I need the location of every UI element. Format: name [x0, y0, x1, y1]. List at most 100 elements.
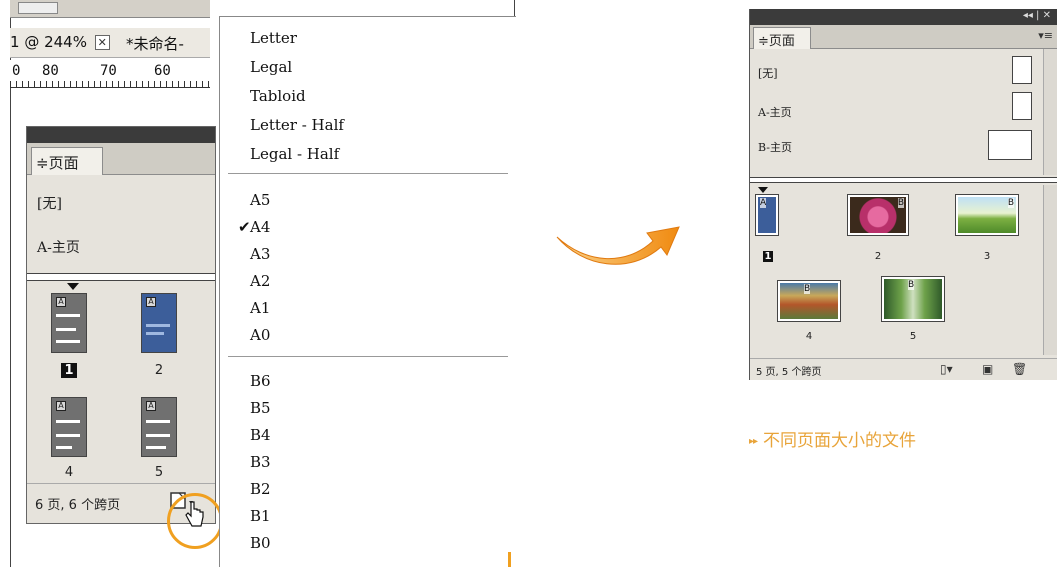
master-tag: A — [146, 401, 156, 411]
page-thumbnail-1[interactable]: A — [755, 194, 779, 236]
page-number-1: 1 — [762, 251, 774, 262]
tab-document-1[interactable]: 1 @ 244% ✕ — [10, 33, 110, 51]
menu-item-b2[interactable]: B2 — [250, 480, 271, 498]
thumb-line — [56, 446, 72, 449]
page-number-2: 2 — [154, 363, 164, 378]
menu-item-b1[interactable]: B1 — [250, 507, 271, 525]
document-tabs: 1 @ 244% ✕ *未命名- — [10, 28, 210, 58]
page-size-icon[interactable]: ▯▾ — [940, 362, 953, 376]
master-tag: B — [908, 280, 915, 290]
menu-item-a5[interactable]: A5 — [250, 191, 270, 209]
thumb-line — [56, 434, 80, 437]
menu-item-letter[interactable]: Letter — [250, 29, 297, 47]
panel-status-text: 5 页, 5 个跨页 — [756, 367, 822, 378]
menu-item-b3[interactable]: B3 — [250, 453, 271, 471]
master-tag: B — [804, 284, 811, 294]
ruler-label: 80 — [42, 63, 59, 79]
left-screenshot: 1 @ 244% ✕ *未命名- 0 80 70 60 ≑页面 [无] A-主页… — [10, 0, 516, 567]
menu-item-b0[interactable]: B0 — [250, 534, 271, 552]
menu-item-a1[interactable]: A1 — [250, 299, 270, 317]
menu-item-a2[interactable]: A2 — [250, 272, 270, 290]
menu-item-b6[interactable]: B6 — [250, 372, 271, 390]
thumb-line — [146, 332, 164, 335]
thumb-line — [146, 434, 170, 437]
master-none[interactable]: [无] — [758, 65, 778, 81]
master-a[interactable]: A-主页 — [37, 237, 80, 257]
panel-divider[interactable] — [750, 177, 1057, 183]
panel-menu-icon[interactable]: ▾≡ — [1038, 29, 1053, 42]
menu-item-a3[interactable]: A3 — [250, 245, 270, 263]
menu-item-a0[interactable]: A0 — [250, 326, 270, 344]
master-tag: A — [760, 198, 767, 208]
master-thumbnail-none[interactable] — [1012, 56, 1032, 84]
page-number-5: 5 — [909, 331, 917, 342]
toolbar-strip — [10, 0, 210, 18]
tab-pages[interactable]: ≑页面 — [31, 147, 103, 175]
current-page-marker — [67, 283, 79, 290]
thumb-line — [146, 420, 170, 423]
caption-marker-icon: ▸▸ — [749, 436, 758, 447]
menu-separator — [228, 356, 508, 357]
page-number-5: 5 — [154, 465, 164, 480]
menu-item-a4[interactable]: A4 — [250, 218, 270, 236]
pages-panel: ≑页面 [无] A-主页 A A 1 2 A A 4 5 6 页, 6 个跨页 — [26, 126, 216, 524]
thumb-line — [56, 328, 76, 331]
ruler-label: 60 — [154, 63, 171, 79]
tab-document-2-label: *未命名- — [126, 35, 184, 53]
master-a[interactable]: A-主页 — [758, 104, 792, 120]
master-none[interactable]: [无] — [37, 193, 62, 213]
master-b[interactable]: B-主页 — [758, 139, 792, 155]
panel-tab-row: ≑页面 ▾≡ — [750, 25, 1057, 49]
panel-controls[interactable]: ◂◂ | ✕ — [1023, 10, 1051, 21]
panel-divider[interactable] — [27, 273, 215, 281]
page-thumbnail-2[interactable]: B — [847, 194, 909, 236]
scrollbar[interactable] — [1043, 49, 1057, 175]
thumb-line — [56, 340, 80, 343]
highlight-circle — [167, 493, 223, 549]
page-number-1: 1 — [49, 363, 89, 378]
panel-title-bar[interactable]: ◂◂ | ✕ — [750, 9, 1057, 25]
menu-item-tabloid[interactable]: Tabloid — [250, 87, 306, 105]
master-tag: A — [146, 297, 156, 307]
ruler-label: 0 — [12, 63, 21, 79]
page-thumbnail-4[interactable]: B — [777, 280, 841, 322]
tab-document-2[interactable]: *未命名- — [126, 33, 184, 54]
page-thumbnail-1[interactable]: A — [51, 293, 87, 353]
check-icon: ✔ — [238, 218, 251, 236]
menu-item-letter-half[interactable]: Letter - Half — [250, 116, 344, 134]
thumb-line — [146, 446, 166, 449]
new-page-icon[interactable]: ▣ — [982, 362, 993, 376]
page-number-3: 3 — [983, 251, 991, 262]
master-thumbnail-a[interactable] — [1012, 92, 1032, 120]
menu-item-b5[interactable]: B5 — [250, 399, 271, 417]
page-thumbnail-3[interactable]: B — [955, 194, 1019, 236]
page-thumbnail-5[interactable]: B — [881, 276, 945, 322]
trash-icon[interactable]: 🗑 — [1012, 362, 1027, 376]
page-thumbnail-4[interactable]: A — [51, 397, 87, 457]
thumb-line — [146, 324, 170, 327]
menu-separator — [228, 173, 508, 174]
close-icon[interactable]: ✕ — [94, 35, 110, 50]
page-size-menu: Letter Legal Tabloid Letter - Half Legal… — [219, 16, 516, 567]
toolbar-field[interactable] — [18, 2, 58, 14]
menu-item-legal-half[interactable]: Legal - Half — [250, 145, 339, 163]
master-thumbnail-b[interactable] — [988, 130, 1032, 160]
tab-document-1-label: @ 244% — [24, 33, 87, 51]
current-page-marker — [758, 187, 768, 193]
menu-item-b4[interactable]: B4 — [250, 426, 271, 444]
figure-caption: ▸▸ 不同页面大小的文件 — [749, 426, 916, 451]
page-thumbnail-5[interactable]: A — [141, 397, 177, 457]
thumb-line — [56, 314, 80, 317]
ruler-label: 70 — [100, 63, 117, 79]
menu-item-legal[interactable]: Legal — [250, 58, 292, 76]
master-tag: A — [56, 401, 66, 411]
scrollbar[interactable] — [1043, 185, 1057, 355]
page-thumbnail-2[interactable]: A — [141, 293, 177, 353]
page-number-2: 2 — [874, 251, 882, 262]
panel-title-bar[interactable] — [27, 127, 215, 143]
caption-text: 不同页面大小的文件 — [763, 431, 917, 451]
tab-pages[interactable]: ≑页面 — [753, 27, 811, 49]
page-number-4: 4 — [805, 331, 813, 342]
scroll-indicator — [508, 552, 511, 567]
master-tag: B — [897, 198, 904, 208]
